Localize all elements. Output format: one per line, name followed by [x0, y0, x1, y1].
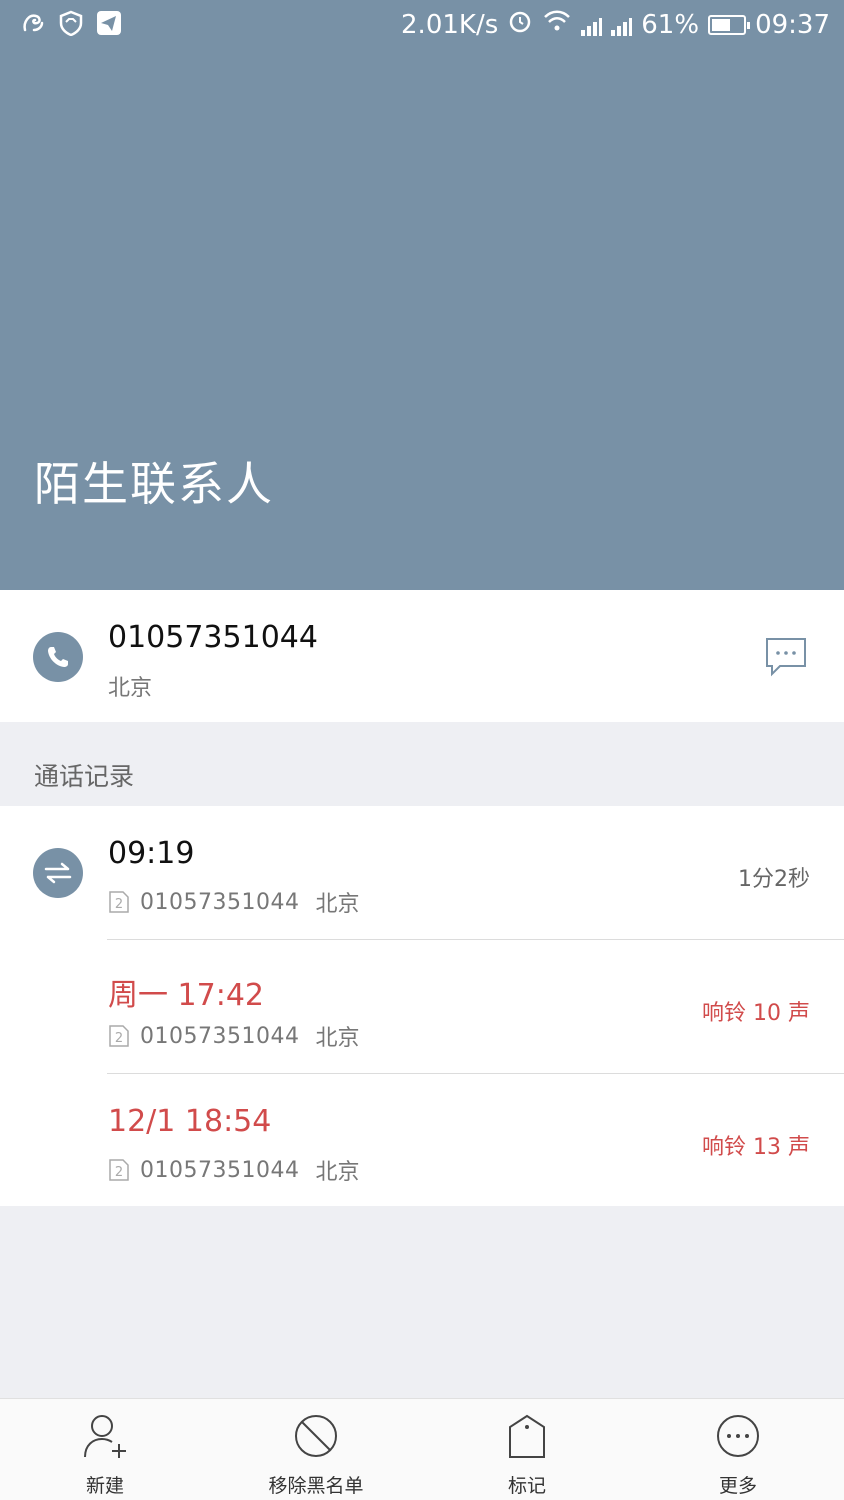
- call-log-list: 09:19 2 01057351044 北京 1分2秒 周一 17:42 2 0…: [0, 806, 844, 1206]
- call-number: 01057351044: [140, 1157, 300, 1183]
- call-log-row[interactable]: 周一 17:42 2 01057351044 北京 响铃 10 声: [0, 940, 844, 1074]
- phone-icon[interactable]: [33, 632, 83, 682]
- wifi-icon: [542, 9, 572, 40]
- contact-name: 陌生联系人: [34, 457, 274, 511]
- battery-fill: [712, 18, 731, 31]
- telegram-icon: [96, 10, 122, 36]
- ring-count: 响铃 10 声: [702, 1001, 810, 1026]
- call-location: 北京: [315, 1160, 360, 1185]
- status-bar: 2.01K/s 61% 09:37: [0, 0, 844, 50]
- shield-icon: [58, 10, 84, 36]
- add-person-icon: [84, 1415, 126, 1458]
- sim-2-icon: 2: [109, 1159, 129, 1181]
- bottom-action-bar: 新建 移除黑名单 标记 更多: [0, 1398, 844, 1500]
- svg-text:2: 2: [115, 897, 123, 912]
- new-contact-button[interactable]: 新建: [25, 1399, 185, 1500]
- call-number: 01057351044: [140, 1023, 300, 1049]
- tag-icon: [509, 1414, 545, 1458]
- status-time: 09:37: [755, 9, 830, 40]
- signal-icon: [581, 14, 603, 36]
- svg-text:2: 2: [115, 1031, 123, 1046]
- ring-count: 响铃 13 声: [702, 1135, 810, 1160]
- more-label: 更多: [718, 1475, 757, 1497]
- call-time: 周一 17:42: [108, 978, 264, 1013]
- remove-blacklist-label: 移除黑名单: [268, 1475, 364, 1497]
- call-time: 12/1 18:54: [108, 1104, 272, 1139]
- mark-label: 标记: [507, 1475, 546, 1497]
- contact-header: 2.01K/s 61% 09:37 陌生联系人: [0, 0, 844, 590]
- call-time: 09:19: [108, 836, 195, 871]
- sim-2-icon: 2: [109, 1025, 129, 1047]
- message-icon[interactable]: [764, 636, 808, 678]
- block-icon: [295, 1415, 337, 1457]
- call-transfer-icon: [33, 848, 83, 898]
- call-log-row[interactable]: 12/1 18:54 2 01057351044 北京 响铃 13 声: [0, 1074, 844, 1208]
- primary-number: 01057351044: [108, 620, 318, 655]
- svg-text:2: 2: [115, 1165, 123, 1180]
- signal-icon: [611, 14, 633, 36]
- new-label: 新建: [85, 1475, 124, 1497]
- battery-icon: [708, 14, 751, 35]
- call-duration: 1分2秒: [738, 867, 810, 892]
- more-button[interactable]: 更多: [658, 1399, 818, 1500]
- call-location: 北京: [315, 1026, 360, 1051]
- call-log-title: 通话记录: [34, 762, 135, 791]
- primary-location: 北京: [108, 676, 153, 701]
- more-icon: [717, 1415, 759, 1457]
- call-location: 北京: [315, 892, 360, 917]
- uc-squirrel-icon: [20, 10, 46, 36]
- call-number: 01057351044: [140, 889, 300, 915]
- network-speed: 2.01K/s: [401, 9, 499, 40]
- call-log-row[interactable]: 09:19 2 01057351044 北京 1分2秒: [0, 806, 844, 940]
- remove-blacklist-button[interactable]: 移除黑名单: [236, 1399, 396, 1500]
- battery-percent: 61%: [641, 9, 700, 40]
- mark-button[interactable]: 标记: [447, 1399, 607, 1500]
- sim-2-icon: 2: [109, 891, 129, 913]
- alarm-icon: [507, 8, 533, 41]
- number-card[interactable]: 01057351044 北京: [0, 590, 844, 722]
